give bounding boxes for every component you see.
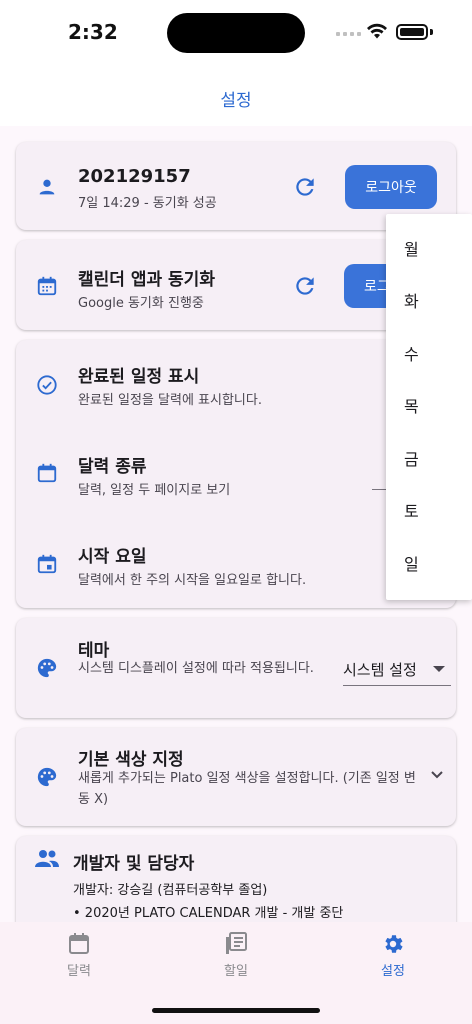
app-bar: 설정 [0, 64, 472, 126]
nav-settings-label: 설정 [381, 964, 405, 979]
expand-chevron-icon[interactable] [430, 770, 444, 780]
calendar-icon [69, 933, 89, 954]
logout-button[interactable]: 로그아웃 [345, 165, 437, 209]
default-color-subtitle: 새롭게 추가되는 Plato 일정 색상을 설정합니다. (기존 일정 변동 X… [78, 771, 416, 807]
battery-tip [430, 29, 433, 35]
cellular-signal-icon [336, 32, 361, 36]
menu-item-sun[interactable]: 일 [386, 537, 472, 589]
dropdown-caret-icon [433, 666, 445, 672]
weekday-popup-menu: 월 화 수 목 금 토 일 [386, 214, 472, 600]
people-icon [35, 850, 59, 867]
theme-card: 테마 시스템 디스플레이 설정에 따라 적용됩니다. 시스템 설정 [16, 618, 456, 718]
check-circle-icon [37, 375, 57, 395]
refresh-icon[interactable] [292, 273, 318, 299]
calendar-sync-title: 캘린더 앱과 동기화 [78, 270, 215, 290]
account-sync-status: 7일 14:29 - 동기화 성공 [78, 196, 217, 211]
menu-item-thu[interactable]: 목 [386, 379, 472, 431]
calendar-type-subtitle: 달력, 일정 두 페이지로 보기 [78, 483, 231, 498]
menu-item-wed[interactable]: 수 [386, 327, 472, 379]
nav-todo[interactable]: 할일 [196, 932, 276, 982]
developer-line2: • 2020년 PLATO CALENDAR 개발 - 개발 중단 [73, 906, 344, 921]
palette-icon [37, 767, 57, 787]
nav-todo-label: 할일 [224, 964, 248, 979]
start-day-subtitle: 달력에서 한 주의 시작을 일요일로 합니다. [78, 573, 307, 588]
calendar-sync-subtitle: Google 동기화 진행중 [78, 296, 204, 311]
palette-icon [37, 658, 57, 678]
nav-settings[interactable]: 설정 [353, 932, 433, 982]
calendar-type-title: 달력 종류 [78, 457, 147, 477]
developer-line1: 개발자: 강승길 (컴퓨터공학부 졸업) [73, 883, 268, 898]
default-color-card[interactable]: 기본 색상 지정 새롭게 추가되는 Plato 일정 색상을 설정합니다. (기… [16, 728, 456, 826]
menu-item-sat[interactable]: 토 [386, 484, 472, 536]
calendar-outline-icon [37, 463, 57, 483]
nav-calendar-label: 달력 [67, 964, 91, 979]
calendar-today-icon [37, 554, 57, 574]
dynamic-island [167, 13, 305, 53]
refresh-icon[interactable] [292, 174, 318, 200]
page-title: 설정 [220, 91, 252, 111]
settings-gear-icon [385, 935, 403, 953]
account-id: 202129157 [78, 166, 191, 187]
menu-item-tue[interactable]: 화 [386, 274, 472, 326]
status-bar: 2:32 [0, 0, 472, 64]
completed-events-title: 완료된 일정 표시 [78, 367, 200, 387]
person-icon [39, 179, 55, 195]
menu-item-mon[interactable]: 월 [386, 222, 472, 274]
todo-list-icon [226, 932, 247, 954]
default-color-title: 기본 색상 지정 [78, 750, 184, 770]
theme-subtitle: 시스템 디스플레이 설정에 따라 적용됩니다. [78, 661, 314, 676]
theme-dropdown[interactable]: 시스템 설정 [343, 658, 451, 686]
start-day-title: 시작 요일 [78, 547, 147, 567]
completed-events-subtitle: 완료된 일정을 달력에 표시합니다. [78, 393, 262, 408]
home-indicator [152, 1008, 320, 1013]
wifi-icon [367, 23, 387, 39]
developer-title: 개발자 및 담당자 [73, 854, 195, 874]
nav-calendar[interactable]: 달력 [39, 932, 119, 982]
menu-item-fri[interactable]: 금 [386, 432, 472, 484]
battery-icon [396, 24, 428, 40]
theme-value: 시스템 설정 [343, 661, 417, 679]
calendar-icon [37, 276, 57, 296]
status-time: 2:32 [68, 20, 118, 44]
